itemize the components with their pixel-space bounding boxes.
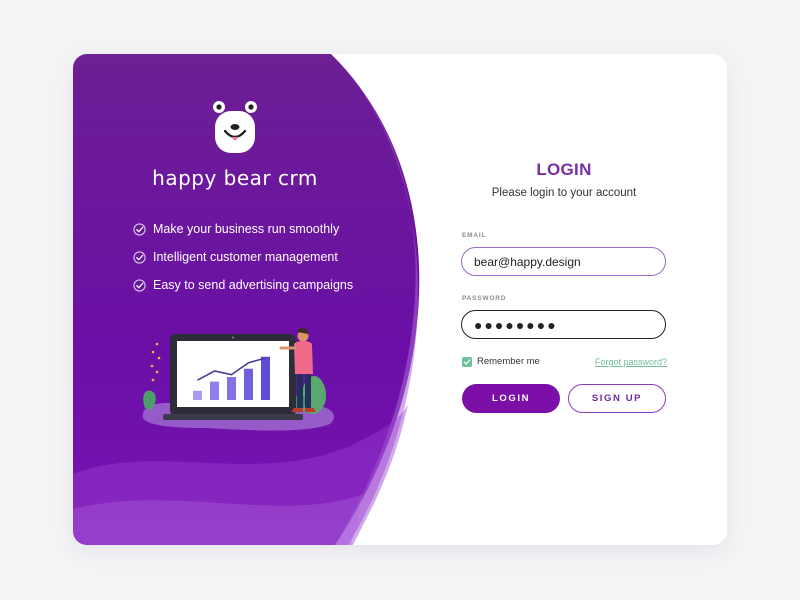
- check-circle-icon: [133, 222, 146, 236]
- chart-bar: [244, 368, 253, 400]
- forgot-password-link[interactable]: Forgot password?: [595, 357, 667, 367]
- login-form: LOGIN Please login to your account EMAIL…: [461, 54, 667, 545]
- bear-face-icon: [213, 101, 257, 153]
- chart-bar: [261, 356, 270, 400]
- dots-decoration: [150, 342, 161, 382]
- login-card: happy bear crm Make your business run sm…: [73, 54, 727, 545]
- email-label: EMAIL: [462, 232, 487, 239]
- check-circle-icon: [133, 250, 146, 264]
- remember-me-checkbox[interactable]: Remember me: [462, 356, 540, 367]
- chart-bar: [227, 377, 236, 400]
- feature-list: Make your business run smoothly Intellig…: [133, 215, 353, 299]
- feature-item: Make your business run smoothly: [133, 215, 353, 243]
- sign-up-button[interactable]: SIGN UP: [568, 384, 666, 413]
- feature-label: Make your business run smoothly: [153, 222, 340, 236]
- login-title: LOGIN: [536, 160, 592, 179]
- password-label: PASSWORD: [462, 295, 507, 302]
- remember-me-label: Remember me: [477, 356, 540, 367]
- feature-item: Easy to send advertising campaigns: [133, 271, 353, 299]
- growth-chart-illustration: [142, 328, 334, 431]
- email-field[interactable]: [461, 247, 666, 276]
- password-field[interactable]: [461, 310, 666, 339]
- login-subtitle: Please login to your account: [491, 187, 637, 199]
- chart-bar: [193, 390, 202, 400]
- feature-label: Intelligent customer management: [153, 250, 338, 264]
- login-button[interactable]: LOGIN: [462, 384, 560, 413]
- feature-item: Intelligent customer management: [133, 243, 353, 271]
- brand-name: happy bear crm: [152, 166, 318, 190]
- check-circle-icon: [133, 278, 146, 292]
- feature-label: Easy to send advertising campaigns: [153, 278, 354, 292]
- checkbox-checked-icon[interactable]: [462, 356, 472, 367]
- chart-bar: [210, 381, 219, 400]
